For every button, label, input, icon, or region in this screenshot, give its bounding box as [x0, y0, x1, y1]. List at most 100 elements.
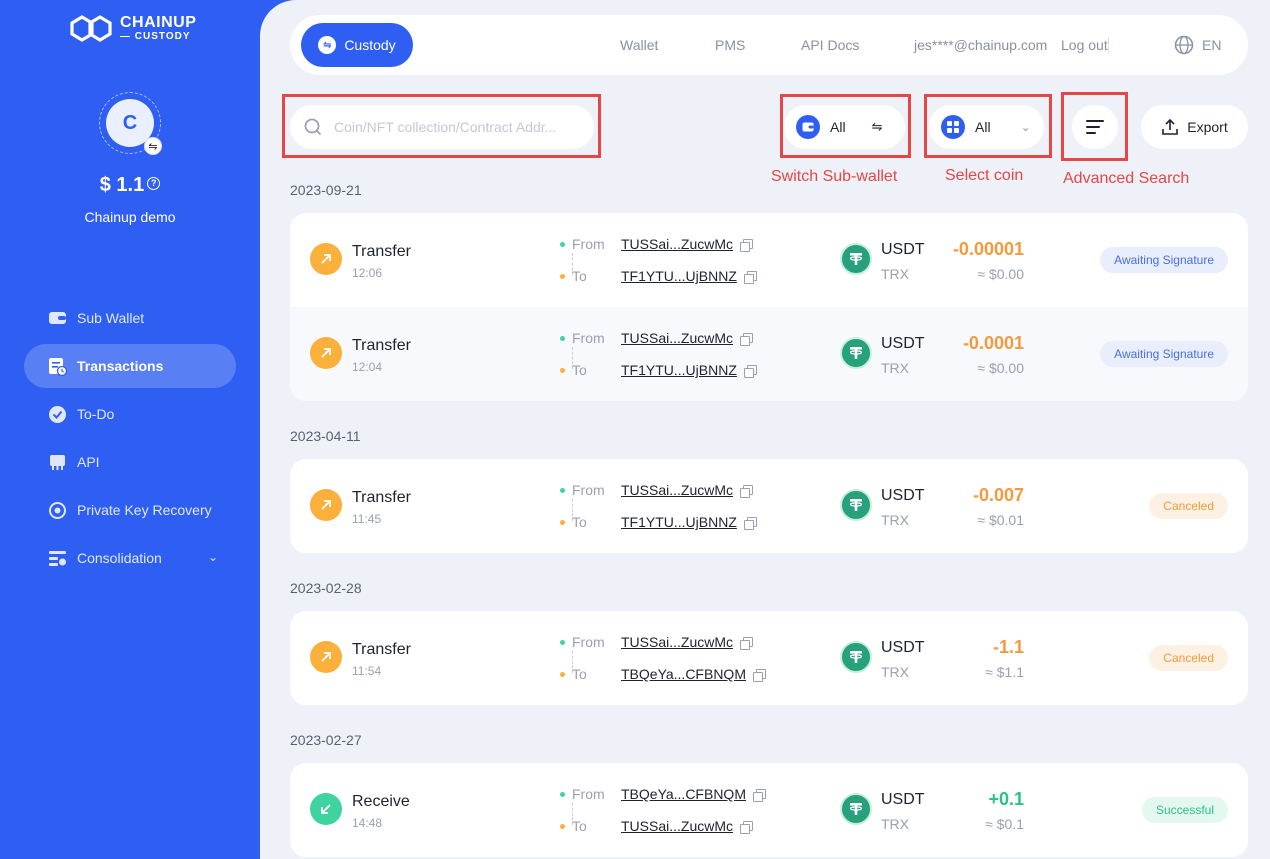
to-address-link[interactable]: TF1YTU...UjBNNZ: [621, 362, 737, 378]
annotation-label-coin: Select coin: [945, 167, 1024, 184]
sidebar-item-to-do[interactable]: To-Do: [24, 392, 236, 436]
from-address: From TUSSai...ZucwMc: [560, 634, 754, 650]
custody-button[interactable]: ⇋ Custody: [301, 23, 413, 67]
to-dot: [560, 367, 565, 373]
coin-symbol: USDT: [881, 487, 925, 504]
to-address-link[interactable]: TF1YTU...UjBNNZ: [621, 514, 737, 530]
balance-value: $ 1.1: [99, 174, 145, 196]
to-dot: [560, 519, 565, 525]
annotation-label-advanced: Advanced Search: [1063, 170, 1190, 187]
tx-type: Transfer: [352, 489, 411, 506]
status-badge: Awaiting Signature: [1100, 341, 1228, 367]
copy-icon[interactable]: [740, 484, 754, 498]
from-address-link[interactable]: TUSSai...ZucwMc: [621, 482, 733, 498]
transaction-group-card: Transfer 12:06 From TUSSai...ZucwMc To T…: [290, 213, 1248, 401]
export-button[interactable]: Export: [1141, 105, 1248, 149]
from-address-link[interactable]: TUSSai...ZucwMc: [621, 634, 733, 650]
logout-link[interactable]: Log out: [1061, 37, 1108, 53]
brand-name: CHAINUP: [120, 14, 197, 31]
from-address-link[interactable]: TUSSai...ZucwMc: [621, 236, 733, 252]
tx-type: Transfer: [352, 641, 411, 658]
date-header: 2023-04-11: [290, 428, 361, 444]
copy-icon[interactable]: [743, 516, 757, 530]
copy-icon[interactable]: [752, 668, 766, 682]
date-header: 2023-02-27: [290, 732, 362, 748]
arrow-down-left-icon: [310, 793, 342, 825]
to-label: To: [572, 362, 587, 378]
transactions-icon: [48, 357, 67, 376]
tx-time: 12:06: [352, 266, 383, 280]
copy-icon[interactable]: [752, 788, 766, 802]
api-icon: [48, 453, 67, 472]
from-label: From: [572, 330, 605, 346]
tx-usd-value: ≈ $0.00: [977, 266, 1024, 282]
tx-amount: -0.00001: [952, 239, 1024, 259]
export-label: Export: [1187, 119, 1228, 135]
sidebar-item-label: Sub Wallet: [77, 310, 145, 326]
sidebar-item-consolidation[interactable]: Consolidation ⌄: [24, 536, 236, 580]
top-bar: ⇋ Custody Wallet PMS API Docs jes****@ch…: [290, 15, 1248, 75]
coin-chain: TRX: [881, 360, 909, 376]
from-dot: [560, 791, 565, 797]
wallet-icon: [48, 309, 67, 328]
wallet-name: Chainup demo: [84, 209, 176, 225]
status-badge: Canceled: [1149, 645, 1228, 671]
tx-type: Receive: [352, 793, 410, 810]
coin-symbol: USDT: [881, 241, 925, 258]
sidebar-item-api[interactable]: API: [24, 440, 236, 484]
to-address-link[interactable]: TBQeYa...CFBNQM: [621, 666, 746, 682]
copy-icon[interactable]: [740, 238, 754, 252]
arrow-up-right-icon: [310, 243, 342, 275]
globe-icon: [1174, 35, 1194, 55]
tx-usd-value: ≈ $1.1: [985, 664, 1024, 680]
to-label: To: [572, 514, 587, 530]
tether-icon: [840, 337, 872, 369]
sidebar-item-label: Transactions: [77, 358, 164, 374]
table-row[interactable]: Receive 14:48 From TBQeYa...CFBNQM To TU…: [290, 763, 1248, 857]
coin-symbol: USDT: [881, 639, 925, 656]
switch-account-icon[interactable]: ⇋: [144, 137, 162, 155]
arrow-up-right-icon: [310, 641, 342, 673]
from-address-link[interactable]: TUSSai...ZucwMc: [621, 330, 733, 346]
to-address: To TBQeYa...CFBNQM: [560, 666, 766, 682]
table-row[interactable]: Transfer 11:45 From TUSSai...ZucwMc To T…: [290, 459, 1248, 553]
from-dot: [560, 639, 565, 645]
to-address-link[interactable]: TF1YTU...UjBNNZ: [621, 268, 737, 284]
help-icon[interactable]: ?: [147, 177, 161, 191]
copy-icon[interactable]: [743, 364, 757, 378]
copy-icon[interactable]: [743, 270, 757, 284]
swap-icon: ⇋: [318, 36, 337, 54]
to-label: To: [572, 818, 587, 834]
copy-icon[interactable]: [740, 820, 754, 834]
brand-logo[interactable]: CHAINUP — CUSTODY: [68, 14, 196, 44]
tx-time: 12:04: [352, 360, 383, 374]
copy-icon[interactable]: [740, 636, 754, 650]
table-row[interactable]: Transfer 12:04 From TUSSai...ZucwMc To T…: [290, 307, 1248, 401]
annotation-box-subwallet: [780, 94, 911, 158]
annotation-box-coin: [924, 94, 1052, 158]
table-row[interactable]: Transfer 12:06 From TUSSai...ZucwMc To T…: [290, 213, 1248, 307]
key-recovery-icon: [48, 501, 67, 520]
nav-link-pms[interactable]: PMS: [715, 37, 745, 53]
chevron-down-icon[interactable]: ⌄: [208, 550, 218, 564]
sidebar-item-transactions[interactable]: Transactions: [24, 344, 236, 388]
sidebar-item-private-key-recovery[interactable]: Private Key Recovery: [24, 488, 236, 532]
language-selector[interactable]: EN: [1174, 35, 1221, 55]
sidebar-item-sub-wallet[interactable]: Sub Wallet: [24, 296, 236, 340]
transaction-group-card: Transfer 11:54 From TUSSai...ZucwMc To T…: [290, 611, 1248, 705]
date-header: 2023-02-28: [290, 580, 362, 596]
nav-link-wallet[interactable]: Wallet: [620, 37, 658, 53]
from-label: From: [572, 482, 605, 498]
from-dot: [560, 335, 565, 341]
to-dot: [560, 823, 565, 829]
from-address: From TBQeYa...CFBNQM: [560, 786, 766, 802]
nav-link-api-docs[interactable]: API Docs: [801, 37, 859, 53]
from-address-link[interactable]: TBQeYa...CFBNQM: [621, 786, 746, 802]
table-row[interactable]: Transfer 11:54 From TUSSai...ZucwMc To T…: [290, 611, 1248, 705]
chainup-logo-icon: [70, 15, 112, 42]
copy-icon[interactable]: [740, 332, 754, 346]
tx-usd-value: ≈ $0.1: [985, 816, 1024, 832]
language-label: EN: [1202, 37, 1222, 53]
tether-icon: [840, 489, 872, 521]
to-address-link[interactable]: TUSSai...ZucwMc: [621, 818, 733, 834]
